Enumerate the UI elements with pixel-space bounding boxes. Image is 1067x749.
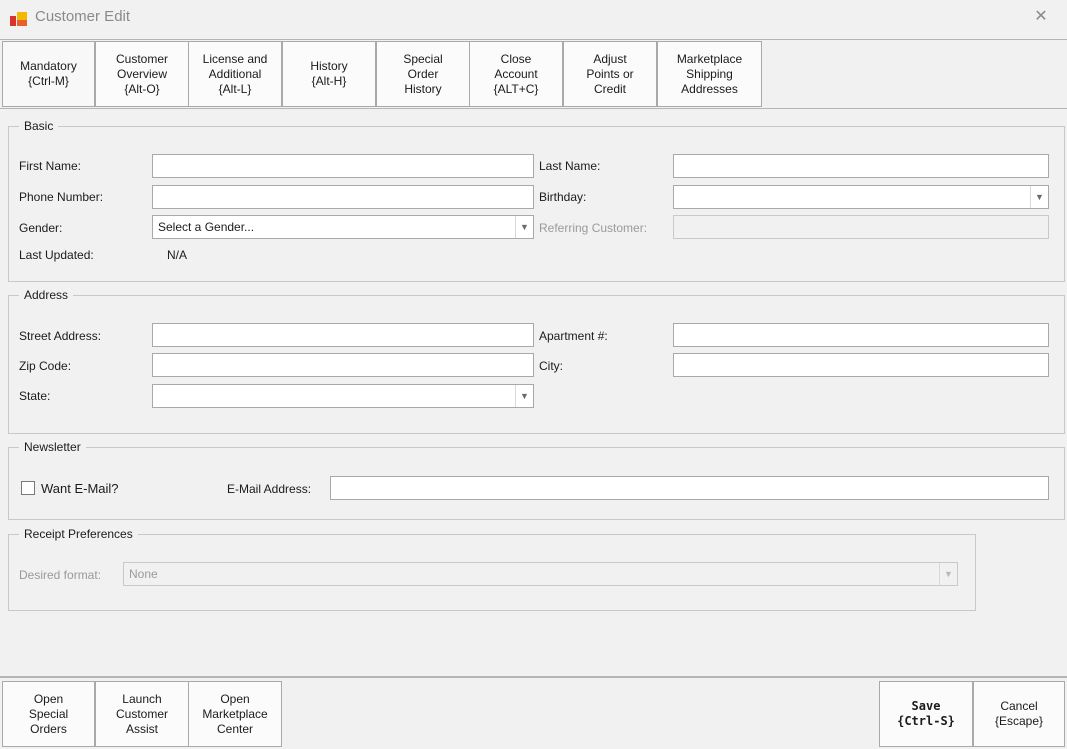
referring-customer-field (673, 215, 1049, 239)
chevron-down-icon[interactable]: ▼ (515, 385, 533, 407)
tab-marketplace-shipping[interactable]: Marketplace Shipping Addresses (657, 41, 762, 107)
last-name-label: Last Name: (539, 159, 601, 173)
tab-history[interactable]: History {Alt-H} (282, 41, 376, 107)
receipt-preferences-legend: Receipt Preferences (19, 527, 138, 541)
chevron-down-icon[interactable]: ▼ (1030, 186, 1048, 208)
street-address-field[interactable] (152, 323, 534, 347)
city-field[interactable] (673, 353, 1049, 377)
open-special-orders-button[interactable]: Open Special Orders (2, 681, 95, 747)
state-select[interactable]: ▼ (152, 384, 534, 408)
tab-adjust-points[interactable]: Adjust Points or Credit (563, 41, 657, 107)
save-button[interactable]: Save {Ctrl-S} (879, 681, 973, 747)
basic-legend: Basic (19, 119, 59, 133)
newsletter-legend: Newsletter (19, 440, 86, 454)
tab-mandatory[interactable]: Mandatory {Ctrl-M} (2, 41, 95, 107)
app-logo-icon (10, 10, 30, 26)
email-address-label: E-Mail Address: (227, 482, 312, 496)
want-email-label: Want E-Mail? (41, 481, 119, 496)
title-bar: Customer Edit ✕ (0, 0, 1067, 37)
chevron-down-icon: ▼ (939, 563, 957, 585)
tabstrip-bottom-border (0, 108, 1067, 109)
zip-code-field[interactable] (152, 353, 534, 377)
state-label: State: (19, 389, 51, 403)
open-marketplace-center-button[interactable]: Open Marketplace Center (188, 681, 282, 747)
address-legend: Address (19, 288, 74, 302)
referring-customer-label: Referring Customer: (539, 221, 648, 235)
close-icon[interactable]: ✕ (1030, 6, 1052, 28)
last-name-field[interactable] (673, 154, 1049, 178)
chevron-down-icon[interactable]: ▼ (515, 216, 533, 238)
zip-code-label: Zip Code: (19, 359, 72, 373)
gender-label: Gender: (19, 221, 63, 235)
first-name-field[interactable] (152, 154, 534, 178)
street-address-label: Street Address: (19, 329, 102, 343)
city-label: City: (539, 359, 563, 373)
tab-special-order-history[interactable]: Special Order History (376, 41, 470, 107)
window-title: Customer Edit (35, 8, 131, 25)
tab-customer-overview[interactable]: Customer Overview {Alt-O} (95, 41, 189, 107)
last-updated-label: Last Updated: (19, 248, 94, 262)
footer-separator (0, 676, 1067, 678)
last-updated-value: N/A (167, 248, 188, 262)
birthday-label: Birthday: (539, 190, 587, 204)
desired-format-value: None (129, 567, 158, 581)
phone-label: Phone Number: (19, 190, 104, 204)
tab-strip: Mandatory {Ctrl-M} Customer Overview {Al… (0, 39, 1067, 109)
tab-license-additional[interactable]: License and Additional {Alt-L} (188, 41, 282, 107)
desired-format-select: None ▼ (123, 562, 958, 586)
cancel-button[interactable]: Cancel {Escape} (973, 681, 1065, 747)
phone-field[interactable] (152, 185, 534, 209)
apartment-field[interactable] (673, 323, 1049, 347)
tab-close-account[interactable]: Close Account {ALT+C} (469, 41, 563, 107)
gender-select[interactable]: Select a Gender... ▼ (152, 215, 534, 239)
want-email-checkbox[interactable] (21, 481, 35, 495)
launch-customer-assist-button[interactable]: Launch Customer Assist (95, 681, 189, 747)
first-name-label: First Name: (19, 159, 82, 173)
birthday-picker[interactable]: ▼ (673, 185, 1049, 209)
apartment-label: Apartment #: (539, 329, 608, 343)
email-address-field[interactable] (330, 476, 1049, 500)
desired-format-label: Desired format: (19, 568, 102, 582)
gender-value: Select a Gender... (158, 220, 255, 234)
